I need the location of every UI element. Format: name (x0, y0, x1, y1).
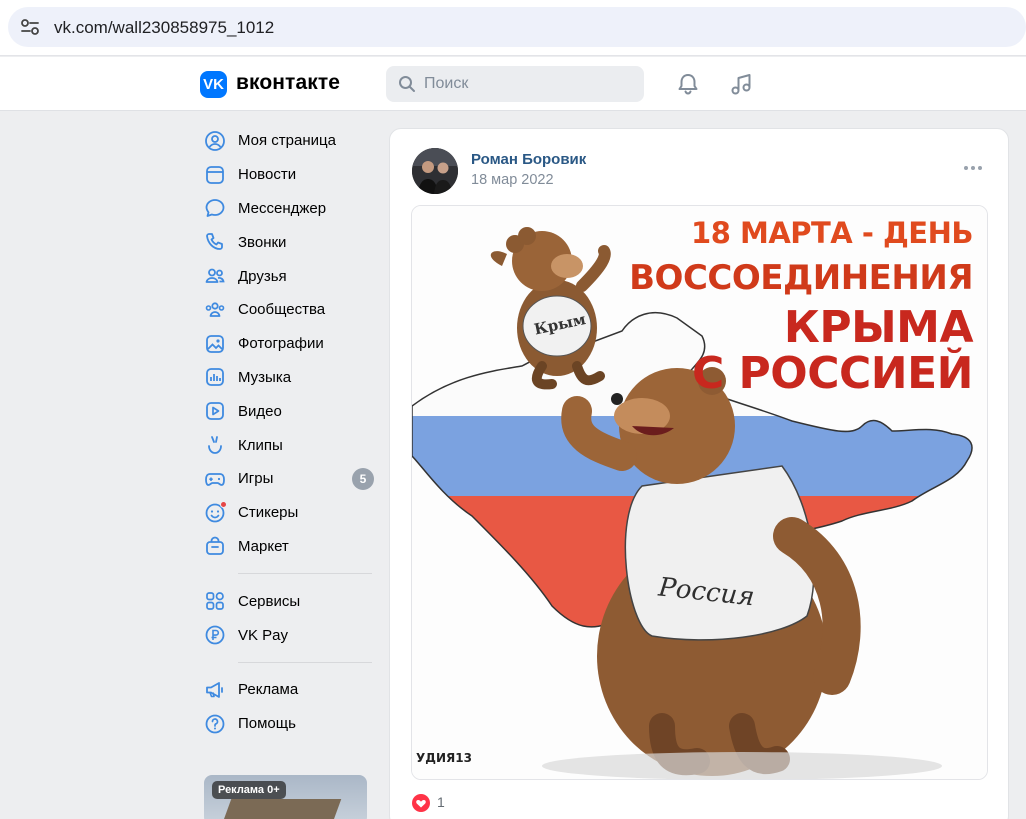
sidebar-item-stickers[interactable]: Стикеры (200, 496, 376, 530)
poster-line-2: ВОССОЕДИНЕНИЯ (629, 258, 973, 298)
sidebar-item-clips[interactable]: Клипы (200, 428, 376, 462)
browser-toolbar: vk.com/wall230858975_1012 (0, 0, 1026, 56)
more-options-icon[interactable] (962, 163, 984, 173)
new-stickers-dot (220, 500, 227, 508)
vk-pay-icon (205, 625, 225, 645)
sidebar-item-label: Игры (238, 470, 274, 488)
post-author-name[interactable]: Роман Боровик (471, 151, 586, 168)
sidebar-item-label: Звонки (238, 233, 287, 251)
ad-image (216, 799, 342, 819)
sidebar-item-ads[interactable]: Реклама (200, 673, 376, 707)
left-sidebar: Моя страница Новости Мессенджер Звонки Д… (200, 124, 376, 741)
sidebar-ad-banner[interactable]: Реклама 0+ (204, 775, 367, 819)
services-grid-icon (206, 592, 224, 611)
bell-icon[interactable] (674, 70, 702, 98)
sidebar-item-label: Моя страница (238, 132, 336, 150)
sidebar-item-photos[interactable]: Фотографии (200, 327, 376, 361)
sidebar-item-help[interactable]: Помощь (200, 707, 376, 741)
sidebar-item-label: Новости (238, 166, 297, 184)
sidebar-item-label: Друзья (238, 267, 287, 285)
wall-post: Роман Боровик 18 мар 2022 Крым Россия УД… (389, 128, 1009, 819)
site-settings-icon[interactable] (20, 18, 40, 36)
phone-icon (206, 233, 223, 251)
sidebar-item-services[interactable]: Сервисы (200, 584, 376, 618)
vk-header: VK вконтакте (0, 57, 1026, 111)
sidebar-item-label: VK Pay (238, 626, 289, 644)
sidebar-item-label: Музыка (238, 368, 292, 386)
sidebar-item-market[interactable]: Маркет (200, 530, 376, 564)
sidebar-item-calls[interactable]: Звонки (200, 225, 376, 259)
news-feed-icon (206, 165, 224, 184)
post-date[interactable]: 18 мар 2022 (471, 172, 554, 188)
address-bar[interactable]: vk.com/wall230858975_1012 (8, 7, 1026, 47)
market-bag-icon (206, 537, 224, 556)
sidebar-item-label: Клипы (238, 436, 283, 454)
sidebar-item-label: Реклама (238, 681, 299, 699)
sidebar-item-label: Видео (238, 402, 282, 420)
sidebar-item-label: Мессенджер (238, 199, 327, 217)
post-image[interactable]: Крым Россия УДИЯ13 18 МАРТА - ДЕНЬ ВОССО… (411, 205, 988, 780)
sidebar-item-label: Сервисы (238, 592, 301, 610)
heart-icon (412, 794, 430, 812)
clips-icon (208, 436, 222, 454)
sidebar-item-news[interactable]: Новости (200, 158, 376, 192)
poster-line-3: КРЫМА (783, 302, 974, 353)
author-avatar[interactable] (412, 148, 458, 194)
like-button[interactable]: 1 (411, 793, 471, 813)
poster-line-1: 18 МАРТА - ДЕНЬ (691, 216, 973, 250)
sidebar-item-label: Фотографии (238, 335, 324, 353)
vk-logo-icon[interactable]: VK (200, 71, 227, 98)
sidebar-item-video[interactable]: Видео (200, 394, 376, 428)
sticker-icon (204, 500, 227, 524)
ad-label: Реклама 0+ (212, 781, 286, 799)
video-icon (206, 402, 224, 421)
sidebar-item-my-page[interactable]: Моя страница (200, 124, 376, 158)
help-icon (205, 714, 225, 734)
like-count: 1 (437, 794, 445, 810)
poster-line-4: С РОССИЕЙ (691, 348, 974, 399)
photo-icon (206, 334, 224, 353)
sidebar-item-label: Маркет (238, 537, 289, 555)
message-bubble-icon (205, 199, 225, 218)
artist-signature: УДИЯ13 (416, 751, 472, 765)
sidebar-item-messenger[interactable]: Мессенджер (200, 192, 376, 226)
user-circle-icon (205, 130, 225, 151)
music-icon (206, 368, 224, 387)
sidebar-item-label: Стикеры (238, 504, 299, 522)
megaphone-icon (206, 681, 223, 698)
sidebar-divider (238, 661, 372, 663)
gamepad-icon (205, 472, 225, 486)
vk-wordmark[interactable]: вконтакте (236, 71, 340, 95)
friends-icon (205, 268, 225, 283)
music-note-icon[interactable] (728, 70, 756, 98)
sidebar-item-music[interactable]: Музыка (200, 361, 376, 395)
sidebar-item-games[interactable]: Игры 5 (200, 462, 376, 496)
communities-icon (205, 302, 225, 317)
url-text[interactable]: vk.com/wall230858975_1012 (54, 18, 274, 38)
sidebar-item-label: Помощь (238, 715, 296, 733)
search-input[interactable] (424, 66, 634, 102)
sidebar-item-vk-pay[interactable]: VK Pay (200, 618, 376, 652)
sidebar-item-friends[interactable]: Друзья (200, 259, 376, 293)
sidebar-divider (238, 573, 372, 575)
games-count-badge: 5 (352, 467, 374, 490)
sidebar-item-communities[interactable]: Сообщества (200, 293, 376, 327)
sidebar-item-label: Сообщества (238, 301, 326, 319)
search-icon (399, 76, 415, 92)
search-box[interactable] (386, 66, 644, 102)
